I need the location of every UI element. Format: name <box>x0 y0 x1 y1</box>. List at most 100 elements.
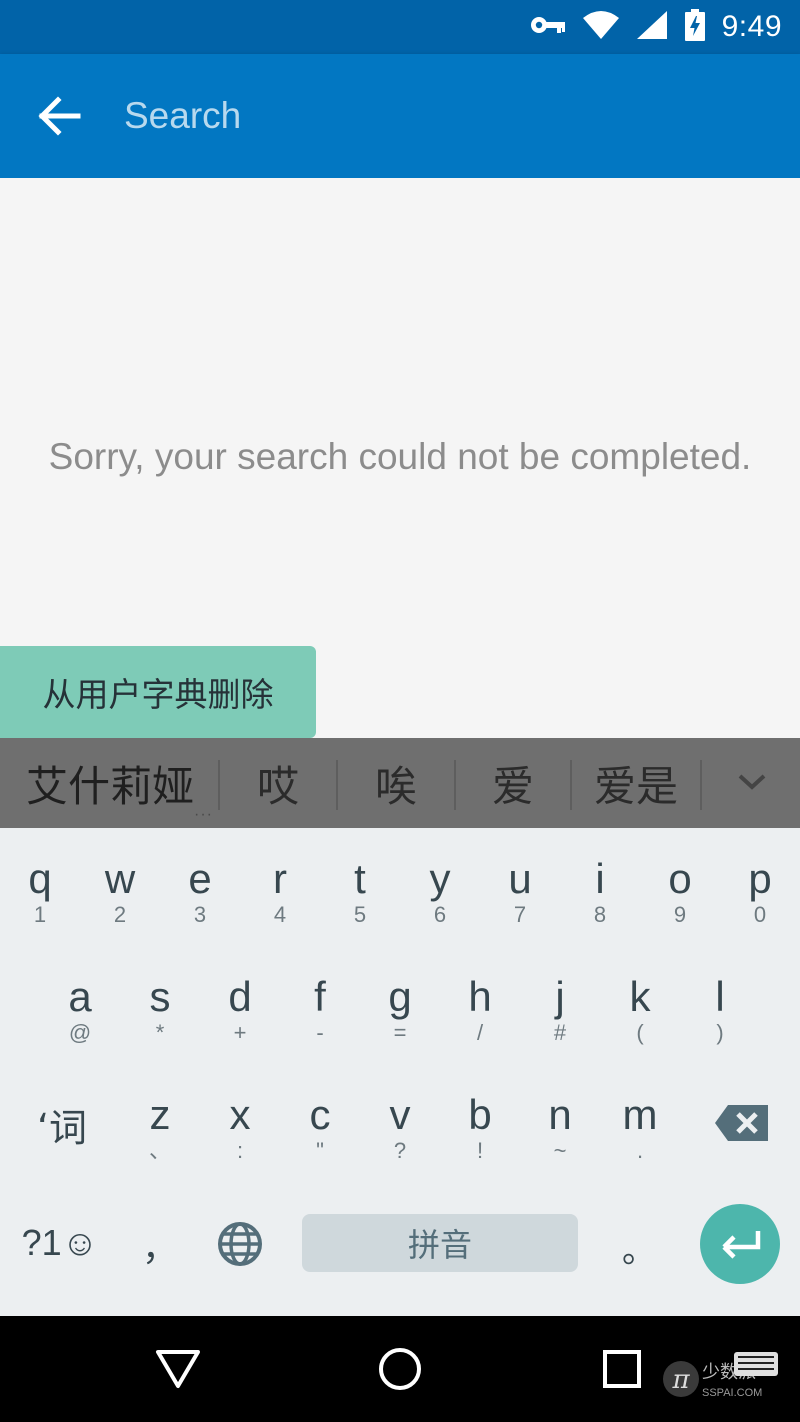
key-l[interactable]: l) <box>680 946 760 1064</box>
key-hint: ~ <box>553 1138 567 1163</box>
period-key[interactable]: 。 <box>616 1222 662 1272</box>
chevron-down-icon[interactable] <box>724 752 780 812</box>
key-hint: 7 <box>513 902 527 927</box>
key-letter: j <box>555 973 565 1020</box>
candidate-item[interactable]: 哎 <box>220 738 336 828</box>
app-bar <box>0 54 800 178</box>
space-key[interactable]: 拼音 <box>302 1214 578 1272</box>
key-letter: v <box>389 1091 411 1138</box>
key-d[interactable]: d + <box>200 946 280 1064</box>
key-p[interactable]: p0 <box>720 828 800 946</box>
key-hint: 8 <box>593 902 607 927</box>
key-g[interactable]: g = <box>360 946 440 1064</box>
key-letter: e <box>188 855 212 902</box>
key-q[interactable]: q1 <box>0 828 80 946</box>
key-hint: 9 <box>673 902 687 927</box>
key-letter: m <box>622 1091 658 1138</box>
enter-icon[interactable] <box>700 1204 780 1284</box>
home-nav-icon[interactable] <box>372 1344 428 1394</box>
candidate-item[interactable]: 爱是 <box>572 738 700 828</box>
key-hint: : <box>236 1138 244 1163</box>
key-v[interactable]: v? <box>360 1064 440 1182</box>
more-dots: ··· <box>194 806 213 823</box>
candidate-item[interactable]: 爱 <box>456 738 570 828</box>
key-hint: 1 <box>33 902 47 927</box>
key-t[interactable]: t5 <box>320 828 400 946</box>
key-letter: a <box>68 973 92 1020</box>
key-letter: h <box>468 973 492 1020</box>
globe-icon[interactable] <box>214 1218 266 1270</box>
watermark-logo: π 少数派 SSPAI.COM <box>662 1352 782 1406</box>
key-hint: @ <box>68 1020 92 1045</box>
candidate-item[interactable]: 唉 <box>338 738 454 828</box>
key-j[interactable]: j # <box>520 946 600 1064</box>
svg-text:π: π <box>671 1365 690 1395</box>
key-h[interactable]: h / <box>440 946 520 1064</box>
key-z[interactable]: z、 <box>120 1064 200 1182</box>
delete-from-dictionary-button[interactable]: 从用户字典删除 <box>0 646 316 738</box>
key-letter: l <box>715 973 725 1020</box>
key-o[interactable]: o9 <box>640 828 720 946</box>
key-hint: . <box>636 1138 644 1163</box>
battery-charging-icon <box>684 8 706 46</box>
key-f[interactable]: f- <box>280 946 360 1064</box>
key-hint: 6 <box>433 902 447 927</box>
candidate-primary[interactable]: 艾什莉娅 <box>12 738 208 828</box>
key-n[interactable]: n ~ <box>520 1064 600 1182</box>
back-nav-icon[interactable] <box>150 1344 206 1394</box>
key-letter: p <box>748 855 772 902</box>
key-x[interactable]: x: <box>200 1064 280 1182</box>
key-hint: ) <box>716 1020 724 1045</box>
key-letter: u <box>508 855 532 902</box>
key-letter: g <box>388 973 412 1020</box>
key-letter: y <box>429 855 451 902</box>
key-hint: 0 <box>753 902 767 927</box>
key-hint: " <box>316 1138 324 1163</box>
key-hint: 、 <box>148 1138 171 1163</box>
key-letter: t <box>354 855 366 902</box>
key-hint: 2 <box>113 902 127 927</box>
key-letter: r <box>273 855 287 902</box>
key-letter: c <box>309 1091 331 1138</box>
key-k[interactable]: k( <box>600 946 680 1064</box>
status-bar: 9:49 <box>0 0 800 54</box>
key-letter: b <box>468 1091 492 1138</box>
key-e[interactable]: e3 <box>160 828 240 946</box>
key-hint: = <box>393 1020 407 1045</box>
comma-key[interactable]: ， <box>138 1220 182 1270</box>
key-s[interactable]: s * <box>120 946 200 1064</box>
recents-nav-icon[interactable] <box>594 1344 650 1394</box>
key-w[interactable]: w2 <box>80 828 160 946</box>
key-u[interactable]: u7 <box>480 828 560 946</box>
key-hint: 3 <box>193 902 207 927</box>
key-letter: z <box>149 1091 171 1138</box>
key-hint: # <box>553 1020 567 1045</box>
key-hint: ( <box>636 1020 644 1045</box>
key-letter: f <box>314 973 326 1020</box>
key-hint: ! <box>476 1138 484 1163</box>
key-c[interactable]: c " <box>280 1064 360 1182</box>
key-a[interactable]: a @ <box>40 946 120 1064</box>
key-m[interactable]: m. <box>600 1064 680 1182</box>
key-hint: 5 <box>353 902 367 927</box>
candidate-bar: 艾什莉娅 哎 唉 爱 爱是 <box>0 738 800 828</box>
key-letter: k <box>629 973 651 1020</box>
key-hint: + <box>233 1020 247 1045</box>
key-hint: / <box>476 1020 484 1045</box>
backspace-icon[interactable] <box>712 1100 772 1146</box>
error-message: Sorry, your search could not be complete… <box>48 436 752 477</box>
search-input[interactable] <box>124 90 724 142</box>
signal-icon <box>636 10 668 45</box>
arrow-back-icon[interactable] <box>36 94 86 138</box>
candidate-divider <box>700 760 702 810</box>
word-key[interactable]: ‘词 <box>22 1094 102 1154</box>
key-i[interactable]: i8 <box>560 828 640 946</box>
key-letter: x <box>229 1091 251 1138</box>
key-y[interactable]: y6 <box>400 828 480 946</box>
key-r[interactable]: r4 <box>240 828 320 946</box>
symbols-key[interactable]: ?1☺ <box>18 1218 102 1268</box>
svg-text:SSPAI.COM: SSPAI.COM <box>702 1387 762 1399</box>
key-letter: s <box>149 973 171 1020</box>
key-b[interactable]: b! <box>440 1064 520 1182</box>
key-icon <box>530 14 566 41</box>
